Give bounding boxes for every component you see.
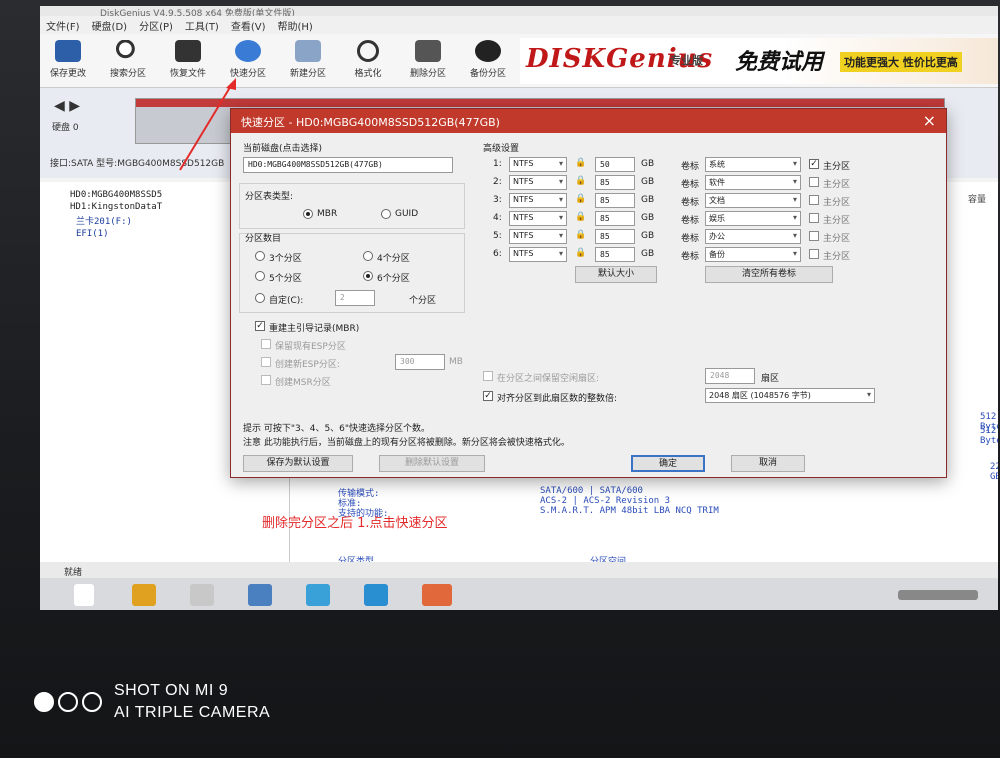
annotation-text: 删除完分区之后 1.点击快速分区 bbox=[262, 516, 448, 531]
camera-watermark: SHOT ON MI 9 AI TRIPLE CAMERA bbox=[34, 680, 270, 724]
annotation-arrow bbox=[179, 78, 236, 171]
camera-dots-icon bbox=[34, 692, 102, 712]
camera-line-2: AI TRIPLE CAMERA bbox=[114, 704, 271, 721]
camera-line-1: SHOT ON MI 9 bbox=[114, 682, 229, 699]
